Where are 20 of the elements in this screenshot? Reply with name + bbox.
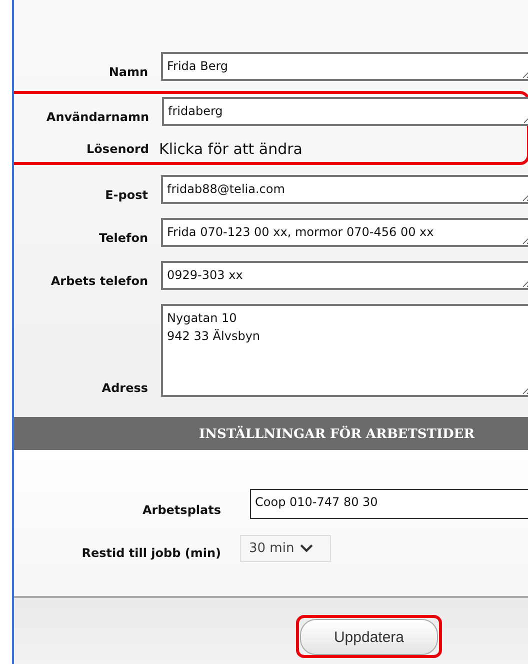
text-field[interactable]: fridab88@telia.com [161, 175, 528, 204]
field-label: Lösenord [86, 142, 149, 158]
text-field[interactable]: Frida Berg [161, 52, 528, 81]
address-field[interactable]: Nygatan 10 942 33 Älvsbyn [161, 304, 528, 397]
field-label: Namn [108, 65, 148, 81]
field-label: Adress [100, 380, 148, 397]
field-label: Användarnamn [45, 110, 149, 126]
text-field[interactable]: 0929-303 xx [161, 261, 528, 290]
field-label: E-post [104, 188, 148, 204]
change-password-link[interactable]: Klicka för att ändra [159, 140, 302, 158]
field-label: Restid till jobb (min) [80, 546, 221, 562]
chevron-down-icon [300, 544, 314, 553]
field-label: Telefon [98, 231, 148, 247]
text-field[interactable]: Frida 070-123 00 xx, mormor 070-456 00 xx [161, 218, 528, 247]
update-button[interactable]: Uppdatera [300, 619, 438, 655]
text-field[interactable]: fridaberg [162, 97, 528, 126]
field-label: Arbets telefon [50, 274, 148, 290]
section-header: INSTÄLLNINGAR FÖR ARBETSTIDER [14, 417, 528, 450]
text-field[interactable]: Coop 010-747 80 30 [250, 489, 528, 519]
field-label: Arbetsplats [142, 503, 221, 519]
